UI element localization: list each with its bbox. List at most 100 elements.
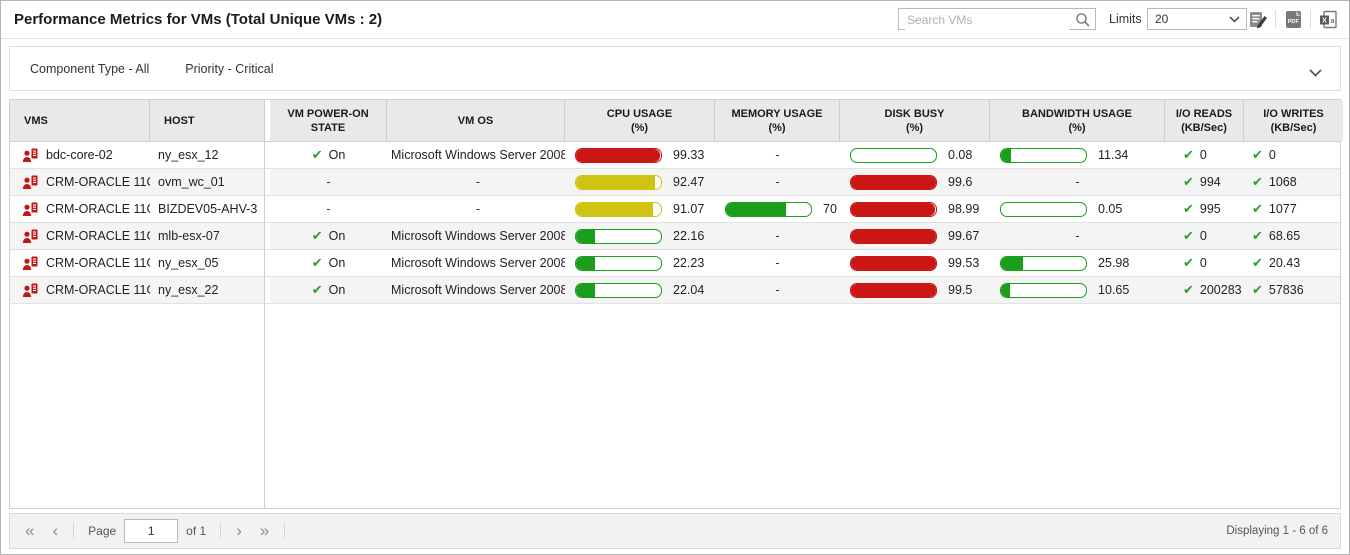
usage-bar-fill [576,256,595,270]
io-writes-cell: ✔ 68.65 [1244,223,1343,249]
usage-bar [575,228,662,244]
empty-value: - [775,229,780,243]
bandwidth-usage-cell: 25.98 [990,250,1165,276]
col-header-memory-usage[interactable]: MEMORY USAGE (%) [715,100,840,141]
empty-value: - [326,175,331,189]
page-number-input[interactable] [124,519,179,543]
ok-check-icon: ✔ [311,282,323,297]
io-value: 20.43 [1268,256,1301,270]
vm-name-cell[interactable]: CRM-ORACLE 11G [10,277,150,303]
table-row[interactable]: CRM-ORACLE 11G ovm_wc_01 - - 92.47 - 99.6 - ✔ 994… [10,169,1340,196]
host-name: ovm_wc_01 [158,175,225,189]
io-reads-cell: ✔ 200283 [1165,277,1244,303]
io-writes-cell: ✔ 1077 [1244,196,1343,222]
vm-name-cell[interactable]: CRM-ORACLE 11G [10,169,150,195]
first-page-icon[interactable]: « [16,514,43,548]
col-header-vms[interactable]: VMS [10,100,150,141]
usage-bar [575,201,662,217]
filter-priority[interactable]: Priority - Critical [185,62,273,76]
vm-os-cell: Microsoft Windows Server 2008 [387,142,565,168]
col-header-vm-os[interactable]: VM OS [387,100,565,141]
host-name: ny_esx_05 [158,256,219,270]
metric-value: 99.5 [948,283,973,297]
disk-busy-cell: 99.6 [840,169,990,195]
io-reads-cell: ✔ 994 [1165,169,1244,195]
host-name: BIZDEV05-AHV-3 [158,202,258,216]
col-header-bandwidth-usage[interactable]: BANDWIDTH USAGE (%) [990,100,1165,141]
vm-name-cell[interactable]: CRM-ORACLE 11G [10,196,150,222]
usage-bar-fill [726,202,786,216]
io-value: On [328,256,346,270]
table-row[interactable]: bdc-core-02 ny_esx_12 ✔ On Microsoft Windows… [10,142,1340,169]
ok-check-icon: ✔ [1183,174,1194,189]
top-bar: Performance Metrics for VMs (Total Uniqu… [1,1,1349,39]
host-cell: ny_esx_05 [150,250,264,276]
metric-value: 0.08 [948,148,973,162]
ok-check-icon: ✔ [311,228,323,243]
filter-component-type[interactable]: Component Type - All [30,62,149,76]
vm-name-cell[interactable]: CRM-ORACLE 11G [10,250,150,276]
io-reads-cell: ✔ 995 [1165,196,1244,222]
next-page-icon[interactable]: › [227,514,251,548]
usage-bar-fill [851,229,936,243]
io-value: 68.65 [1268,229,1301,243]
table-row[interactable]: CRM-ORACLE 11G ny_esx_05 ✔ On Microsoft Wind… [10,250,1340,277]
usage-bar-fill [576,202,654,216]
empty-value: - [775,175,780,189]
io-value: 1068 [1268,175,1297,189]
bandwidth-usage-cell: - [990,223,1165,249]
col-header-io-reads[interactable]: I/O READS (KB/Sec) [1165,100,1244,141]
search-input[interactable] [905,10,1069,30]
io-reads-cell: ✔ 0 [1165,250,1244,276]
table-row[interactable]: CRM-ORACLE 11G ny_esx_22 ✔ On Microsoft Wind… [10,277,1340,304]
io-value: 1077 [1268,202,1297,216]
empty-value: - [326,202,331,216]
usage-bar [850,174,937,190]
bandwidth-usage-cell: 11.34 [990,142,1165,168]
usage-bar-fill [1001,283,1011,297]
page-label: Page [88,524,117,538]
usage-bar-fill [851,256,936,270]
vm-name: CRM-ORACLE 11G [46,283,150,297]
memory-usage-cell: 70 [715,196,840,222]
vm-os-cell: Microsoft Windows Server 2008 [387,277,565,303]
empty-value: - [775,148,780,162]
usage-bar [850,282,937,298]
vm-name-cell[interactable]: bdc-core-02 [10,142,150,168]
power-state-cell: ✔ On [270,250,387,276]
pagination-bar: « ‹ Page of 1 › » Displaying 1 - 6 of 6 [9,513,1341,549]
search-icon[interactable] [1075,12,1091,33]
pdf-export-icon[interactable]: PDF [1281,7,1305,31]
schedule-report-icon[interactable] [1246,7,1270,31]
table-row[interactable]: CRM-ORACLE 11G mlb-esx-07 ✔ On Microsoft Win… [10,223,1340,250]
table-header: VMS HOST VM POWER-ON STATE VM OS CPU USA… [10,100,1343,142]
host-name: mlb-esx-07 [158,229,220,243]
limits-select[interactable]: 20 [1147,8,1247,30]
prev-page-icon[interactable]: ‹ [43,514,67,548]
col-header-power-state[interactable]: VM POWER-ON STATE [270,100,387,141]
metric-value: 99.53 [948,256,980,270]
vm-user-icon [22,202,38,216]
col-header-cpu-usage[interactable]: CPU USAGE (%) [565,100,715,141]
col-header-host[interactable]: HOST [150,100,264,141]
col-header-io-writes[interactable]: I/O WRITES (KB/Sec) [1244,100,1343,141]
last-page-icon[interactable]: » [251,514,278,548]
io-value: 200283 [1199,283,1242,297]
disk-busy-cell: 99.53 [840,250,990,276]
usage-bar-fill [1001,256,1024,270]
col-header-disk-busy[interactable]: DISK BUSY (%) [840,100,990,141]
usage-bar-fill [576,229,595,243]
page-of-label: of 1 [186,524,207,538]
memory-usage-cell: - [715,169,840,195]
vm-os-text: Microsoft Windows Server 2008 [391,229,565,243]
collapse-chevron-icon[interactable] [1309,64,1322,82]
ok-check-icon: ✔ [1183,255,1194,270]
usage-bar [575,282,662,298]
memory-usage-cell: - [715,142,840,168]
table-row[interactable]: CRM-ORACLE 11G BIZDEV05-AHV-3 - - 91.07 70 98.… [10,196,1340,223]
excel-export-icon[interactable]: Xa [1316,7,1340,31]
limits-label: Limits [1109,12,1142,26]
vm-name-cell[interactable]: CRM-ORACLE 11G [10,223,150,249]
page-title: Performance Metrics for VMs (Total Uniqu… [14,11,383,28]
vm-metrics-panel: Performance Metrics for VMs (Total Uniqu… [0,0,1350,555]
